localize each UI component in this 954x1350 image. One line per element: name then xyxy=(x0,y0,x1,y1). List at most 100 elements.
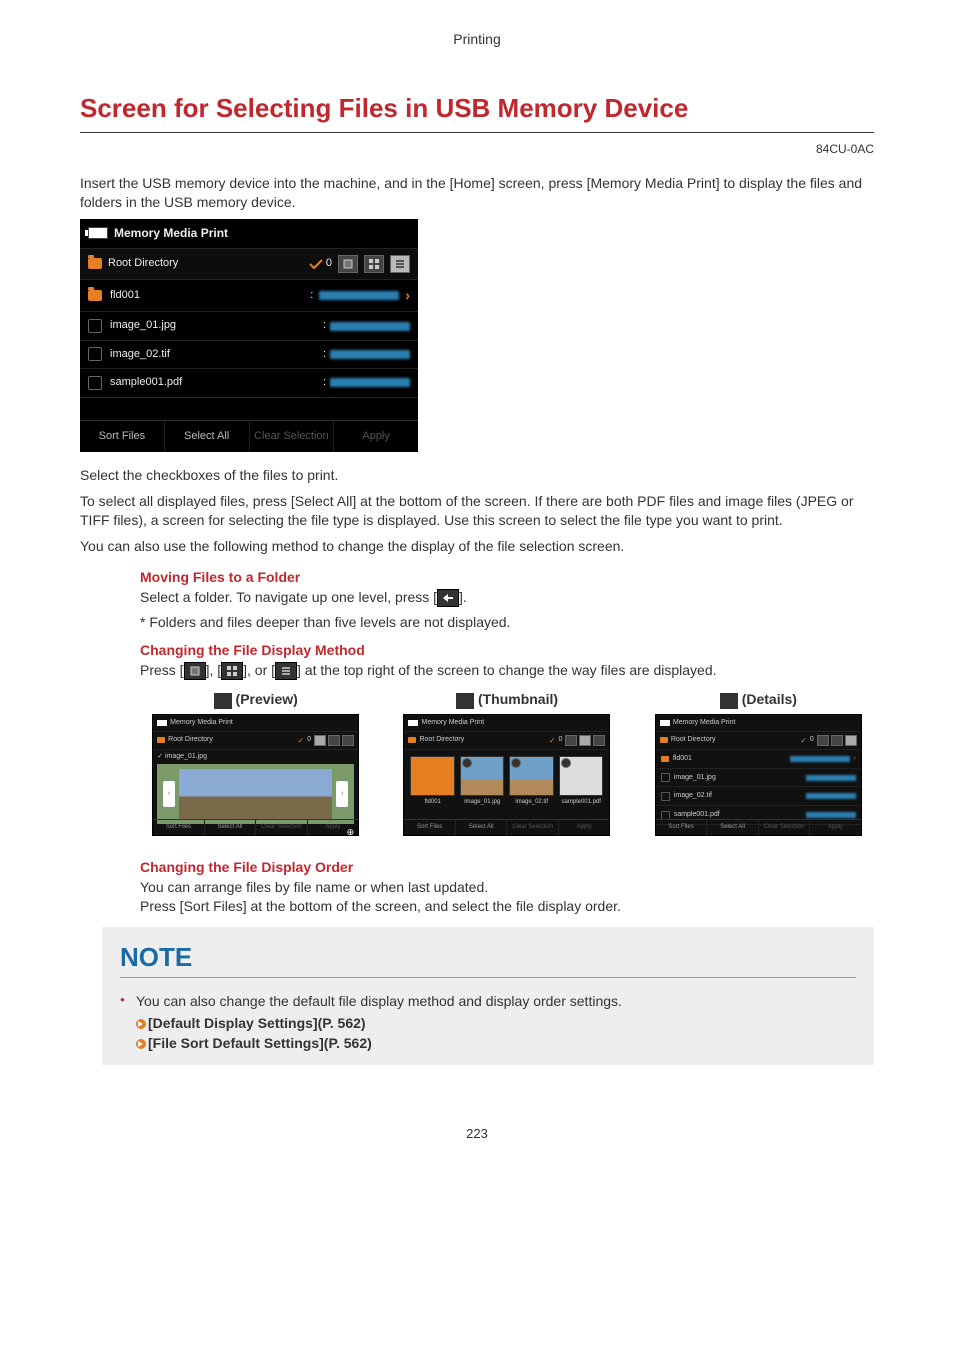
preview-icon xyxy=(214,693,232,709)
select-all-button[interactable]: Select All xyxy=(165,421,250,452)
thumb-count: 0 xyxy=(810,735,814,745)
dt-name: image_01.jpg xyxy=(674,773,716,783)
clear-btn[interactable]: Clear Selection xyxy=(507,820,559,834)
thumb-title: Memory Media Print xyxy=(170,718,233,728)
file-row[interactable]: sample001.pdf : xyxy=(80,369,418,397)
apply-btn[interactable]: Apply xyxy=(559,820,610,834)
apply-btn[interactable]: Apply xyxy=(810,820,861,834)
tn-label: image_02.tif xyxy=(509,798,554,806)
display-order-p2: Press [Sort Files] at the bottom of the … xyxy=(140,897,874,917)
tn-item[interactable]: fld001 xyxy=(410,756,455,806)
thumbnail-thumb: Memory Media Print Root Directory ✓0 fld… xyxy=(403,714,610,836)
moving-line1b: ]. xyxy=(459,589,467,605)
usb-icon xyxy=(157,720,167,726)
checkbox[interactable] xyxy=(661,773,670,782)
sort-btn[interactable]: Sort Files xyxy=(153,820,205,834)
clear-btn[interactable]: Clear Selection xyxy=(759,820,811,834)
preview-filename: image_01.jpg xyxy=(165,753,207,760)
sort-btn[interactable]: Sort Files xyxy=(656,820,708,834)
device-titlebar: Memory Media Print xyxy=(80,219,418,248)
link2-text: [File Sort Default Settings](P. 562) xyxy=(148,1035,372,1051)
details-icon xyxy=(275,662,297,680)
root-label: Root Directory xyxy=(108,256,178,271)
thumb-root: Root Directory xyxy=(419,735,464,745)
moving-line1a: Select a folder. To navigate up one leve… xyxy=(140,589,437,605)
link-icon xyxy=(136,1019,146,1029)
dt-row[interactable]: fld001› xyxy=(656,750,861,769)
preview-icon xyxy=(184,662,206,680)
body-p3: You can also use the following method to… xyxy=(80,537,874,557)
section-header: Printing xyxy=(80,30,874,50)
tn-item[interactable]: sample001.pdf xyxy=(559,756,604,806)
clear-btn[interactable]: Clear Selection xyxy=(256,820,308,834)
selected-count-value: 0 xyxy=(326,256,332,271)
selall-btn[interactable]: Select All xyxy=(707,820,759,834)
selected-count: 0 xyxy=(309,256,332,271)
note-box: NOTE You can also change the default fil… xyxy=(102,927,874,1065)
file-row[interactable]: image_02.tif : xyxy=(80,341,418,369)
tn-item[interactable]: image_02.tif xyxy=(509,756,554,806)
selall-btn[interactable]: Select All xyxy=(205,820,257,834)
three-views: (Preview) Memory Media Print Root Direct… xyxy=(140,690,874,840)
file-name: image_01.jpg xyxy=(110,318,176,333)
sort-files-button[interactable]: Sort Files xyxy=(80,421,165,452)
usb-icon xyxy=(408,720,418,726)
display-method-line: Press [], [], or [] at the top right of … xyxy=(140,661,874,681)
view-details-button[interactable] xyxy=(390,255,410,273)
thumbnail-label: (Thumbnail) xyxy=(478,691,558,707)
dt-name: image_02.tif xyxy=(674,791,712,801)
note-link2[interactable]: [File Sort Default Settings](P. 562) xyxy=(120,1034,856,1054)
checkbox[interactable] xyxy=(88,347,102,361)
body-p2: To select all displayed files, press [Se… xyxy=(80,492,874,531)
thumbnail-icon xyxy=(221,662,243,680)
device-title: Memory Media Print xyxy=(114,225,228,242)
checkbox[interactable] xyxy=(88,319,102,333)
moving-line1: Select a folder. To navigate up one leve… xyxy=(140,588,874,608)
sort-btn[interactable]: Sort Files xyxy=(404,820,456,834)
device-rootbar: Root Directory 0 xyxy=(80,248,418,280)
apply-button[interactable]: Apply xyxy=(334,421,418,452)
dm-a: Press [ xyxy=(140,662,184,678)
preview-column: (Preview) Memory Media Print Root Direct… xyxy=(140,690,371,840)
thumbnail-icon xyxy=(456,693,474,709)
checkbox[interactable] xyxy=(661,811,670,820)
back-icon xyxy=(437,589,459,607)
tn-label: sample001.pdf xyxy=(559,798,604,806)
note-bullet: You can also change the default file dis… xyxy=(120,992,856,1012)
folder-icon xyxy=(661,756,669,762)
thumb-count: 0 xyxy=(559,735,563,745)
dt-row[interactable]: image_02.tif xyxy=(656,787,861,806)
details-column: (Details) Memory Media Print Root Direct… xyxy=(643,690,874,840)
tn-label: fld001 xyxy=(410,798,455,806)
selall-btn[interactable]: Select All xyxy=(456,820,508,834)
file-row-folder[interactable]: fld001 :› xyxy=(80,280,418,313)
dt-row[interactable]: image_01.jpg xyxy=(656,769,861,788)
moving-line2: * Folders and files deeper than five lev… xyxy=(140,613,874,633)
folder-icon xyxy=(157,737,165,743)
view-preview-button[interactable] xyxy=(338,255,358,273)
preview-image-area: ‹ › xyxy=(157,764,354,824)
clear-selection-button[interactable]: Clear Selection xyxy=(250,421,335,452)
dm-or: ], or [ xyxy=(243,662,275,678)
tn-item[interactable]: image_01.jpg xyxy=(460,756,505,806)
file-row[interactable]: image_01.jpg : xyxy=(80,312,418,340)
next-arrow[interactable]: › xyxy=(336,781,348,807)
apply-btn[interactable]: Apply xyxy=(308,820,359,834)
thumbnail-column: (Thumbnail) Memory Media Print Root Dire… xyxy=(391,690,622,840)
file-name: fld001 xyxy=(110,288,140,303)
display-method-heading: Changing the File Display Method xyxy=(140,641,874,661)
checkbox[interactable] xyxy=(88,376,102,390)
folder-icon xyxy=(660,737,668,743)
view-thumbnail-button[interactable] xyxy=(364,255,384,273)
note-link1[interactable]: [Default Display Settings](P. 562) xyxy=(120,1014,856,1034)
folder-icon xyxy=(88,258,102,269)
preview-label: (Preview) xyxy=(236,691,298,707)
display-order-p1: You can arrange files by file name or wh… xyxy=(140,878,874,898)
chevron-right-icon: › xyxy=(405,286,410,306)
checkbox[interactable] xyxy=(661,792,670,801)
link1-text: [Default Display Settings](P. 562) xyxy=(148,1015,366,1031)
page-title: Screen for Selecting Files in USB Memory… xyxy=(80,90,874,133)
prev-arrow[interactable]: ‹ xyxy=(163,781,175,807)
details-label: (Details) xyxy=(742,691,797,707)
dt-name: fld001 xyxy=(673,754,692,764)
